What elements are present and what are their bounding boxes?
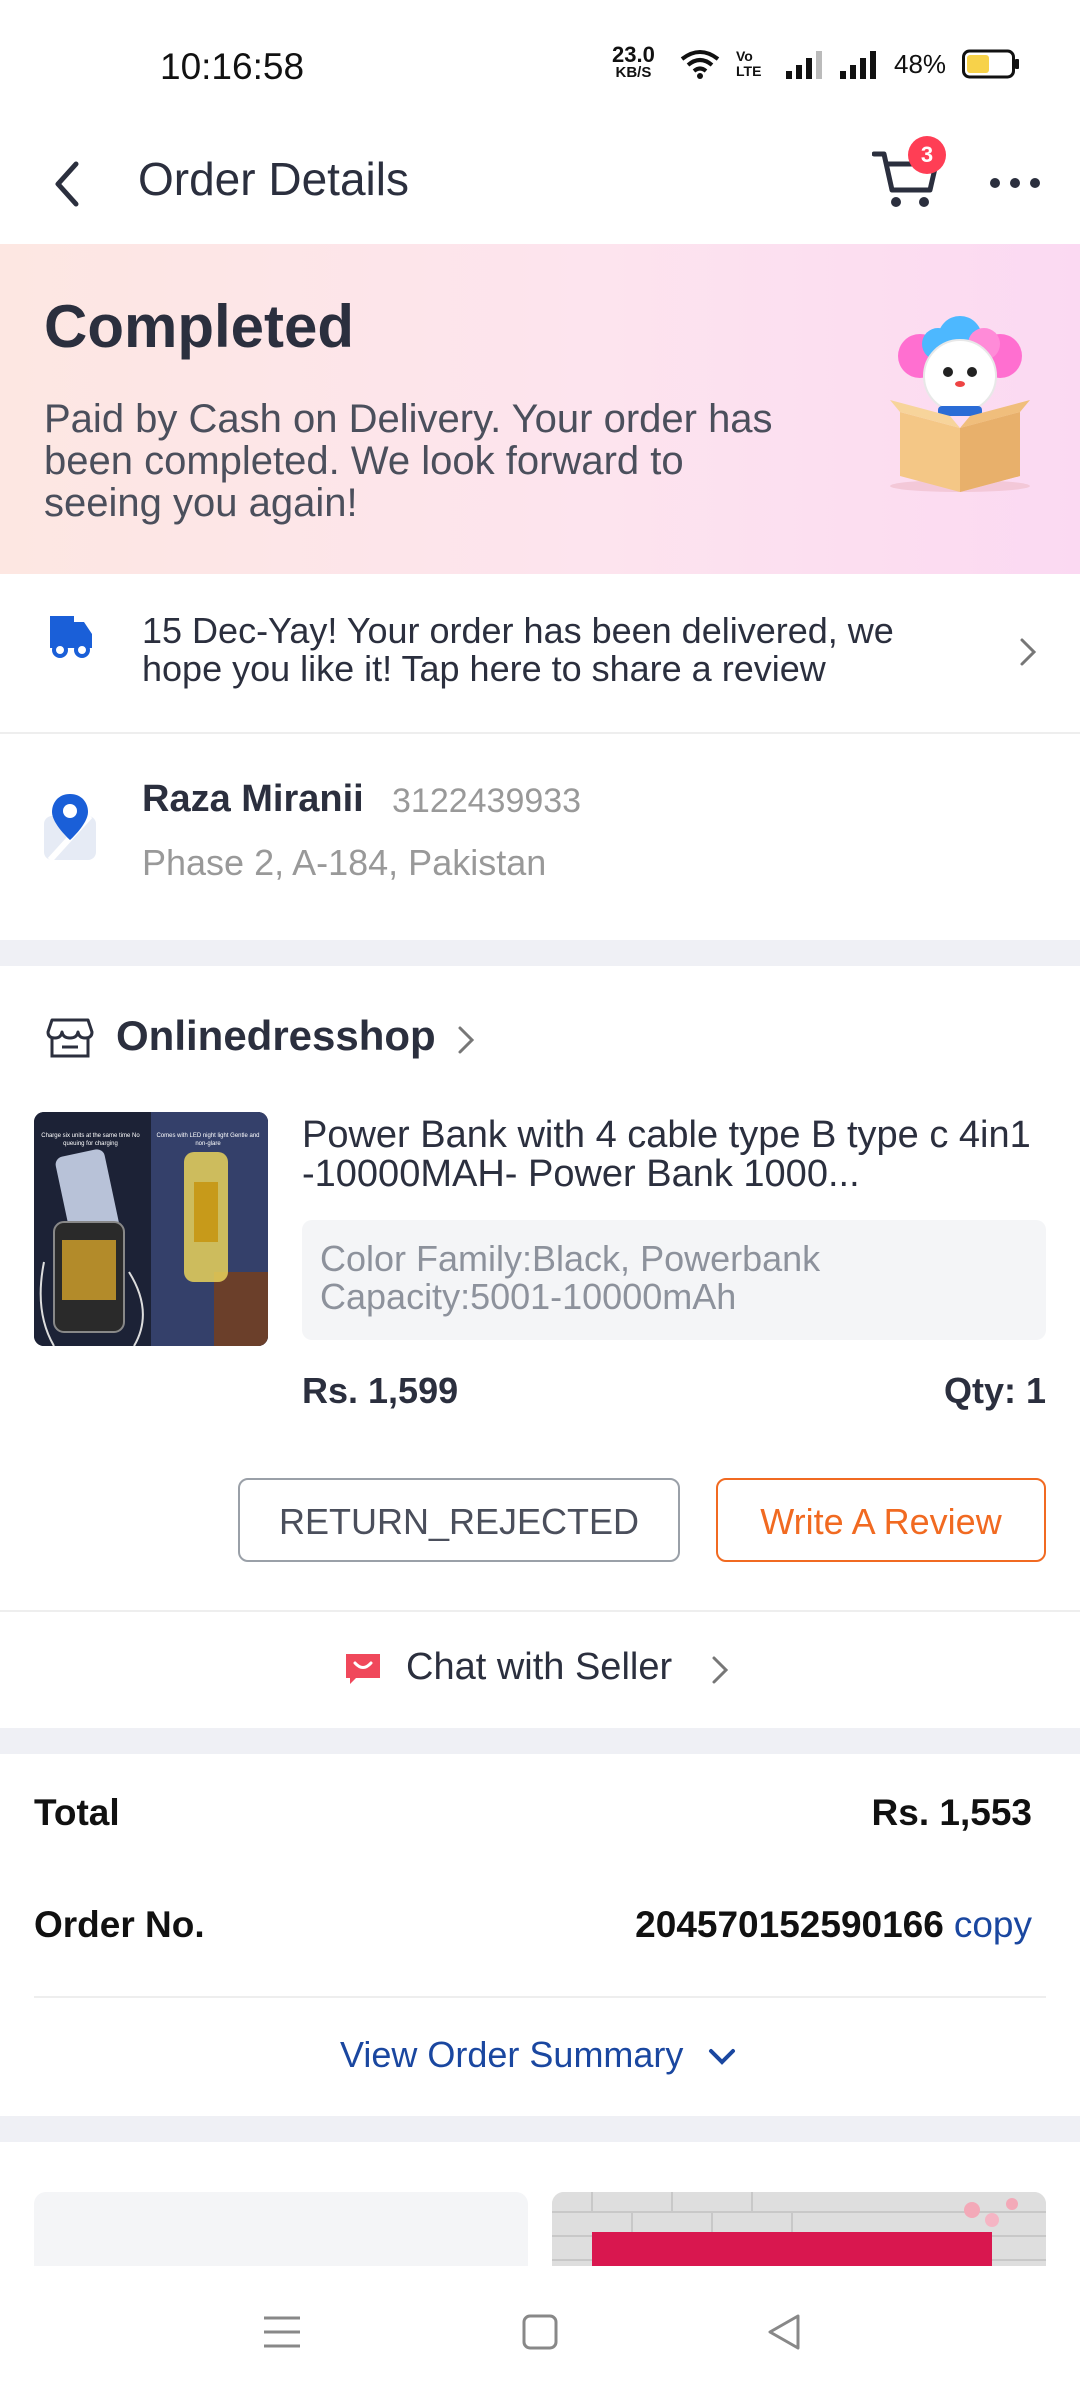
order-status-title: Completed: [44, 293, 355, 360]
back-arrow-icon[interactable]: [48, 156, 88, 212]
network-speed-unit: KB/S: [615, 64, 652, 81]
status-bar: 10:16:58 23.0 KB/S Vo LTE 48%: [0, 0, 1080, 130]
network-speed: 23.0 KB/S: [612, 42, 655, 82]
product-price: Rs. 1,599: [302, 1370, 459, 1411]
total-label: Total: [34, 1792, 120, 1833]
product-variation: Color Family:Black, Powerbank Capacity:5…: [302, 1220, 1046, 1340]
copy-order-number-link[interactable]: copy: [954, 1904, 1032, 1945]
section-divider: [0, 940, 1080, 966]
wifi-icon: [680, 50, 720, 79]
battery-icon: [962, 49, 1020, 79]
recipient-name: Raza Miranii: [142, 778, 364, 820]
product-quantity: Qty: 1: [943, 1370, 1046, 1411]
order-number-row: 204570152590166 copy: [600, 1904, 1032, 1946]
order-status-message: Paid by Cash on Delivery. Your order has…: [44, 397, 773, 525]
chevron-down-icon: [709, 2049, 736, 2066]
volte-icon: Vo LTE: [736, 48, 762, 79]
signal-icon-2: [840, 51, 876, 79]
chevron-right-icon: [1020, 638, 1037, 666]
battery-percent: 48%: [894, 48, 947, 79]
recipient-phone: 3122439933: [392, 782, 582, 820]
menu-icon[interactable]: [258, 2308, 306, 2356]
view-order-summary-link[interactable]: View Order Summary: [340, 2034, 737, 2076]
shop-icon: [46, 1018, 94, 1058]
divider: [34, 1996, 1046, 1998]
delivery-address: Phase 2, A-184, Pakistan: [142, 842, 547, 883]
order-number-label: Order No.: [34, 1904, 205, 1945]
product-image-caption-left: Charge six units at the same time No que…: [41, 1133, 140, 1147]
return-status-button[interactable]: RETURN_REJECTED: [238, 1478, 680, 1562]
location-pin-icon: [44, 794, 96, 862]
network-speed-value: 23.0: [612, 42, 655, 67]
back-triangle-icon[interactable]: [760, 2308, 808, 2356]
write-review-button[interactable]: Write A Review: [716, 1478, 1046, 1562]
cart-count-badge: 3: [908, 136, 946, 174]
product-image-caption-right: Comes with LED night light Gentle and no…: [156, 1133, 260, 1147]
chat-with-seller-link[interactable]: Chat with Seller: [406, 1646, 672, 1689]
mascot-box-illustration: [890, 316, 1030, 492]
chat-seller-icon[interactable]: [344, 1652, 382, 1686]
shop-chevron-icon[interactable]: [454, 1022, 478, 1058]
section-divider: [0, 1728, 1080, 1754]
shop-name[interactable]: Onlinedresshop: [116, 1012, 436, 1060]
divider: [0, 1610, 1080, 1612]
page-title: Order Details: [138, 153, 409, 205]
delivery-message: 15 Dec-Yay! Your order has been delivere…: [142, 610, 894, 689]
product-title[interactable]: Power Bank with 4 cable type B type c 4i…: [302, 1116, 1042, 1194]
signal-icon-1: [786, 51, 822, 79]
more-options-icon[interactable]: [990, 178, 1040, 188]
product-variation-text: Color Family:Black, Powerbank Capacity:5…: [320, 1238, 821, 1317]
status-icons: Vo LTE 48%: [680, 44, 1020, 84]
total-value: Rs. 1,553: [871, 1792, 1032, 1833]
delivery-truck-icon: [50, 616, 92, 658]
view-order-summary-label: View Order Summary: [340, 2034, 684, 2075]
product-image[interactable]: Charge six units at the same time No que…: [34, 1112, 268, 1346]
order-number-value: 204570152590166: [635, 1904, 944, 1945]
home-icon[interactable]: [516, 2308, 564, 2356]
chat-chevron-icon[interactable]: [708, 1652, 732, 1688]
status-time: 10:16:58: [160, 46, 305, 87]
section-divider: [0, 2116, 1080, 2142]
